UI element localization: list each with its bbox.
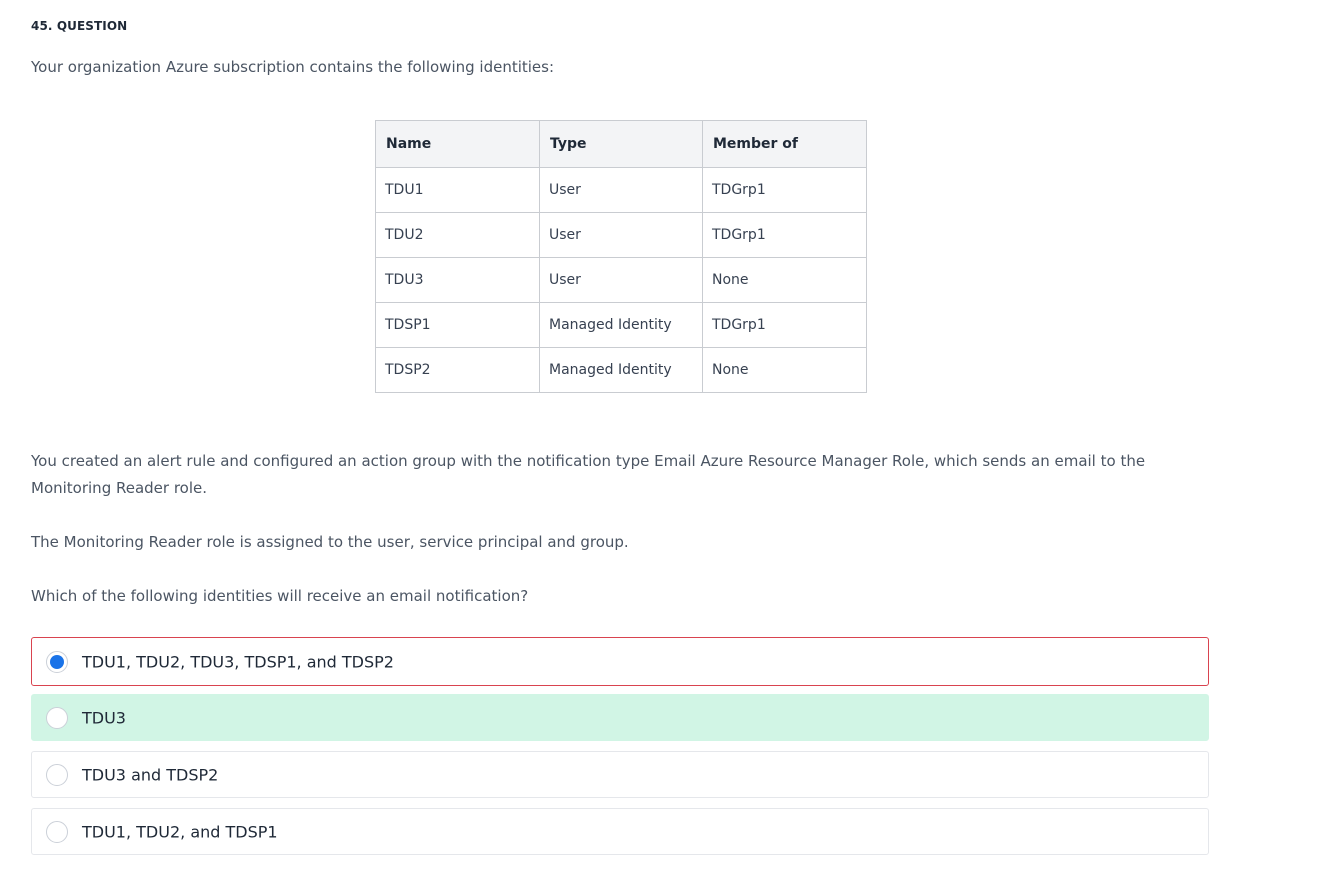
radio-button[interactable] <box>46 706 68 729</box>
answer-option-label: TDU1, TDU2, and TDSP1 <box>82 822 278 841</box>
column-header-member-of: Member of <box>702 120 867 168</box>
radio-button[interactable] <box>46 820 68 843</box>
table-row: TDU1 User TDGrp1 <box>375 167 867 213</box>
table-row: TDSP2 Managed Identity None <box>375 347 867 393</box>
identities-table: Name Type Member of TDU1 User TDGrp1 TDU… <box>375 120 867 393</box>
cell-member-of: TDGrp1 <box>702 212 867 258</box>
radio-button-checked[interactable] <box>46 650 68 673</box>
question-prompt: Which of the following identities will r… <box>31 587 529 605</box>
cell-name: TDU2 <box>375 212 540 258</box>
question-intro: Your organization Azure subscription con… <box>31 58 555 76</box>
cell-name: TDSP2 <box>375 347 540 393</box>
column-header-type: Type <box>539 120 703 168</box>
answer-option-label: TDU3 and TDSP2 <box>82 765 219 784</box>
cell-member-of: TDGrp1 <box>702 302 867 348</box>
table-row: TDU2 User TDGrp1 <box>375 212 867 258</box>
cell-name: TDSP1 <box>375 302 540 348</box>
role-assignment-paragraph: The Monitoring Reader role is assigned t… <box>31 533 629 551</box>
cell-type: User <box>539 257 703 303</box>
table-row: TDU3 User None <box>375 257 867 303</box>
cell-member-of: None <box>702 347 867 393</box>
answer-option-4[interactable]: TDU1, TDU2, and TDSP1 <box>31 808 1209 855</box>
cell-name: TDU1 <box>375 167 540 213</box>
table-row: TDSP1 Managed Identity TDGrp1 <box>375 302 867 348</box>
answer-option-label: TDU1, TDU2, TDU3, TDSP1, and TDSP2 <box>82 652 394 671</box>
cell-member-of: None <box>702 257 867 303</box>
cell-type: Managed Identity <box>539 302 703 348</box>
cell-name: TDU3 <box>375 257 540 303</box>
cell-member-of: TDGrp1 <box>702 167 867 213</box>
cell-type: User <box>539 212 703 258</box>
answer-option-2[interactable]: TDU3 <box>31 694 1209 741</box>
scenario-paragraph: You created an alert rule and configured… <box>31 452 1146 497</box>
question-page: 45. QUESTION Your organization Azure sub… <box>0 0 1320 873</box>
answer-option-3[interactable]: TDU3 and TDSP2 <box>31 751 1209 798</box>
table-header-row: Name Type Member of <box>375 120 867 168</box>
answer-option-1[interactable]: TDU1, TDU2, TDU3, TDSP1, and TDSP2 <box>31 637 1209 686</box>
cell-type: User <box>539 167 703 213</box>
radio-button[interactable] <box>46 763 68 786</box>
column-header-name: Name <box>375 120 540 168</box>
answer-option-label: TDU3 <box>82 708 126 727</box>
question-number: 45. QUESTION <box>31 19 128 33</box>
cell-type: Managed Identity <box>539 347 703 393</box>
